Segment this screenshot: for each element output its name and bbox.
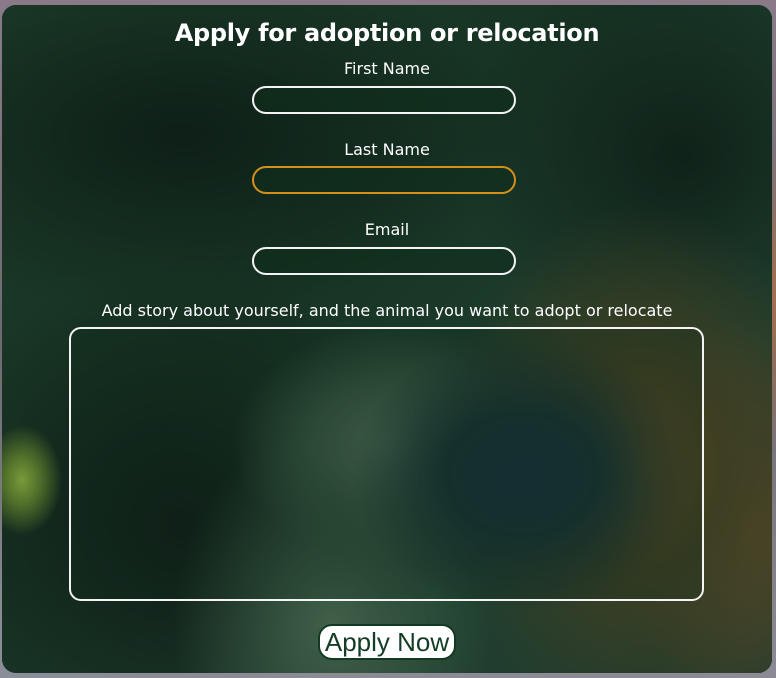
last-name-input[interactable] bbox=[252, 166, 516, 194]
adoption-form: Apply for adoption or relocation First N… bbox=[2, 5, 772, 673]
first-name-label: First Name bbox=[344, 59, 430, 78]
application-form-panel: Apply for adoption or relocation First N… bbox=[2, 5, 772, 673]
story-label: Add story about yourself, and the animal… bbox=[101, 301, 673, 320]
first-name-input[interactable] bbox=[252, 86, 516, 114]
last-name-label: Last Name bbox=[344, 140, 430, 159]
email-input[interactable] bbox=[252, 247, 516, 275]
form-title: Apply for adoption or relocation bbox=[174, 19, 600, 47]
story-textarea[interactable] bbox=[69, 327, 704, 601]
email-label: Email bbox=[364, 220, 410, 239]
apply-now-button[interactable]: Apply Now bbox=[318, 624, 456, 660]
